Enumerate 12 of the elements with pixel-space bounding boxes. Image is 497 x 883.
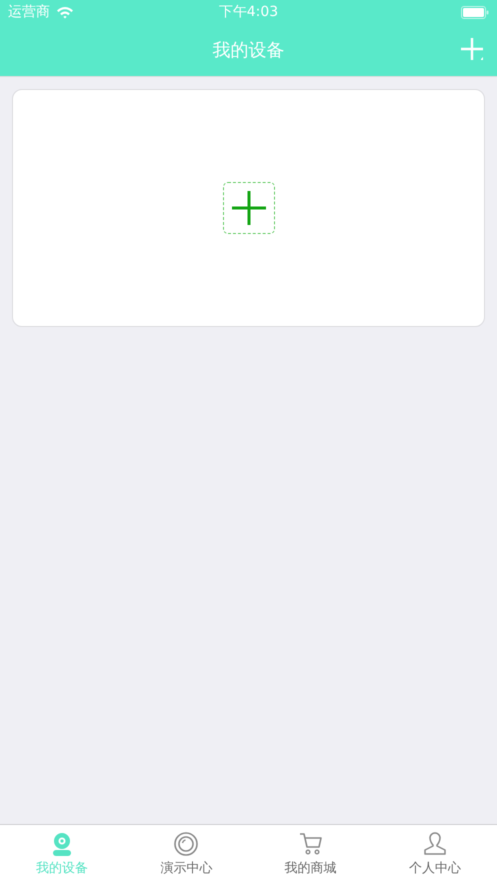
person-icon [422,831,448,857]
tab-bar-item[interactable]: 演示中心 [124,825,248,883]
status-time: 下午4:03 [218,3,278,21]
add-device-button[interactable] [222,182,274,234]
cart-icon [298,831,324,857]
screen-title: 我的设备 [212,39,284,62]
wifi-icon [56,6,74,18]
tab-bar-item[interactable]: 我的商城 [248,825,373,883]
battery-icon [460,6,489,18]
lens-icon [173,831,200,857]
tab-bar-item[interactable]: 个人中心 [372,825,497,883]
carrier-name: 运营商 [8,3,50,21]
